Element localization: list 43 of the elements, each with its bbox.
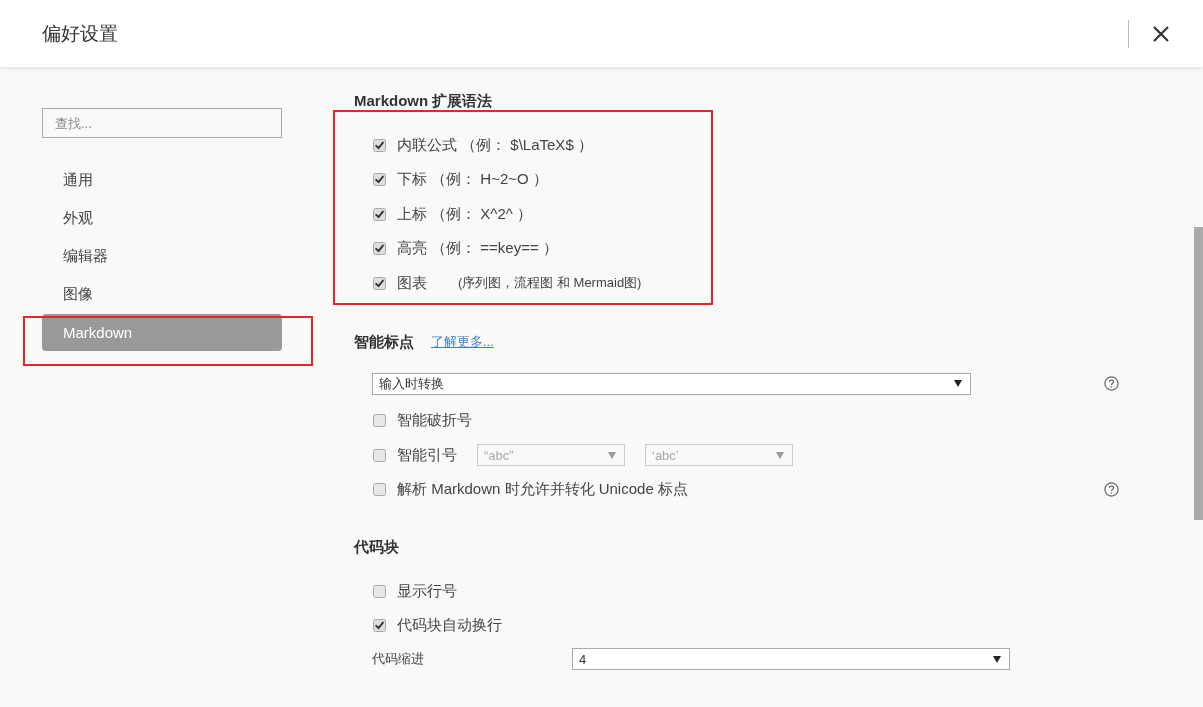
checkbox[interactable] bbox=[373, 207, 386, 221]
option-note: (序列图，流程图 和 Mermaid图) bbox=[458, 274, 642, 293]
option-label: 智能引号 bbox=[397, 445, 457, 465]
checkbox[interactable] bbox=[373, 173, 386, 187]
option-label: 下标 （例： H~2~O ） bbox=[397, 170, 548, 190]
option-label: 高亮 （例： ==key== ） bbox=[397, 239, 558, 259]
scrollbar-thumb[interactable] bbox=[1194, 227, 1203, 520]
option-label: 解析 Markdown 时允许并转化 Unicode 标点 bbox=[397, 480, 688, 500]
checkbox[interactable] bbox=[373, 448, 386, 462]
help-icon[interactable] bbox=[1104, 376, 1119, 391]
help-icon[interactable] bbox=[1104, 482, 1119, 498]
checkbox[interactable] bbox=[373, 138, 386, 152]
sidebar-item[interactable]: 编辑器 bbox=[42, 237, 282, 275]
checkbox[interactable] bbox=[373, 414, 386, 428]
checkbox[interactable] bbox=[373, 619, 386, 633]
caret-icon bbox=[993, 655, 1001, 663]
dropdown[interactable]: 输入时转换 bbox=[372, 372, 971, 395]
option-label: 图表 bbox=[397, 273, 427, 293]
caret-icon bbox=[776, 451, 784, 459]
option-label: 显示行号 bbox=[397, 581, 457, 601]
sidebar-item[interactable]: 外观 bbox=[42, 199, 282, 237]
close-icon bbox=[1153, 25, 1169, 42]
search-field[interactable]: 查找... bbox=[42, 108, 282, 138]
sidebar-item[interactable]: 通用 bbox=[42, 161, 282, 199]
checkbox[interactable] bbox=[373, 276, 386, 290]
section-heading: Markdown 扩展语法 bbox=[354, 91, 493, 111]
checkbox[interactable] bbox=[373, 242, 386, 256]
learn-more-link[interactable]: 了解更多... bbox=[431, 331, 494, 352]
checkbox[interactable] bbox=[373, 584, 386, 598]
option-label: 智能破折号 bbox=[397, 411, 472, 431]
field-label: 代码缩进 bbox=[372, 650, 425, 668]
sidebar-item[interactable]: 图像 bbox=[42, 275, 282, 313]
option-label: 内联公式 （例： $\LaTeX$ ） bbox=[397, 135, 593, 155]
close-button[interactable] bbox=[1152, 24, 1170, 43]
caret-icon bbox=[608, 451, 616, 459]
option-label: 代码块自动换行 bbox=[397, 616, 502, 636]
checkbox[interactable] bbox=[373, 483, 386, 497]
section-heading: 智能标点 bbox=[354, 331, 414, 352]
window-title: 偏好设置 bbox=[42, 21, 118, 46]
section-heading: 代码块 bbox=[354, 537, 399, 557]
dropdown[interactable]: 4 bbox=[572, 648, 1010, 670]
caret-icon bbox=[954, 380, 962, 387]
option-label: 上标 （例： X^2^ ） bbox=[397, 204, 532, 224]
